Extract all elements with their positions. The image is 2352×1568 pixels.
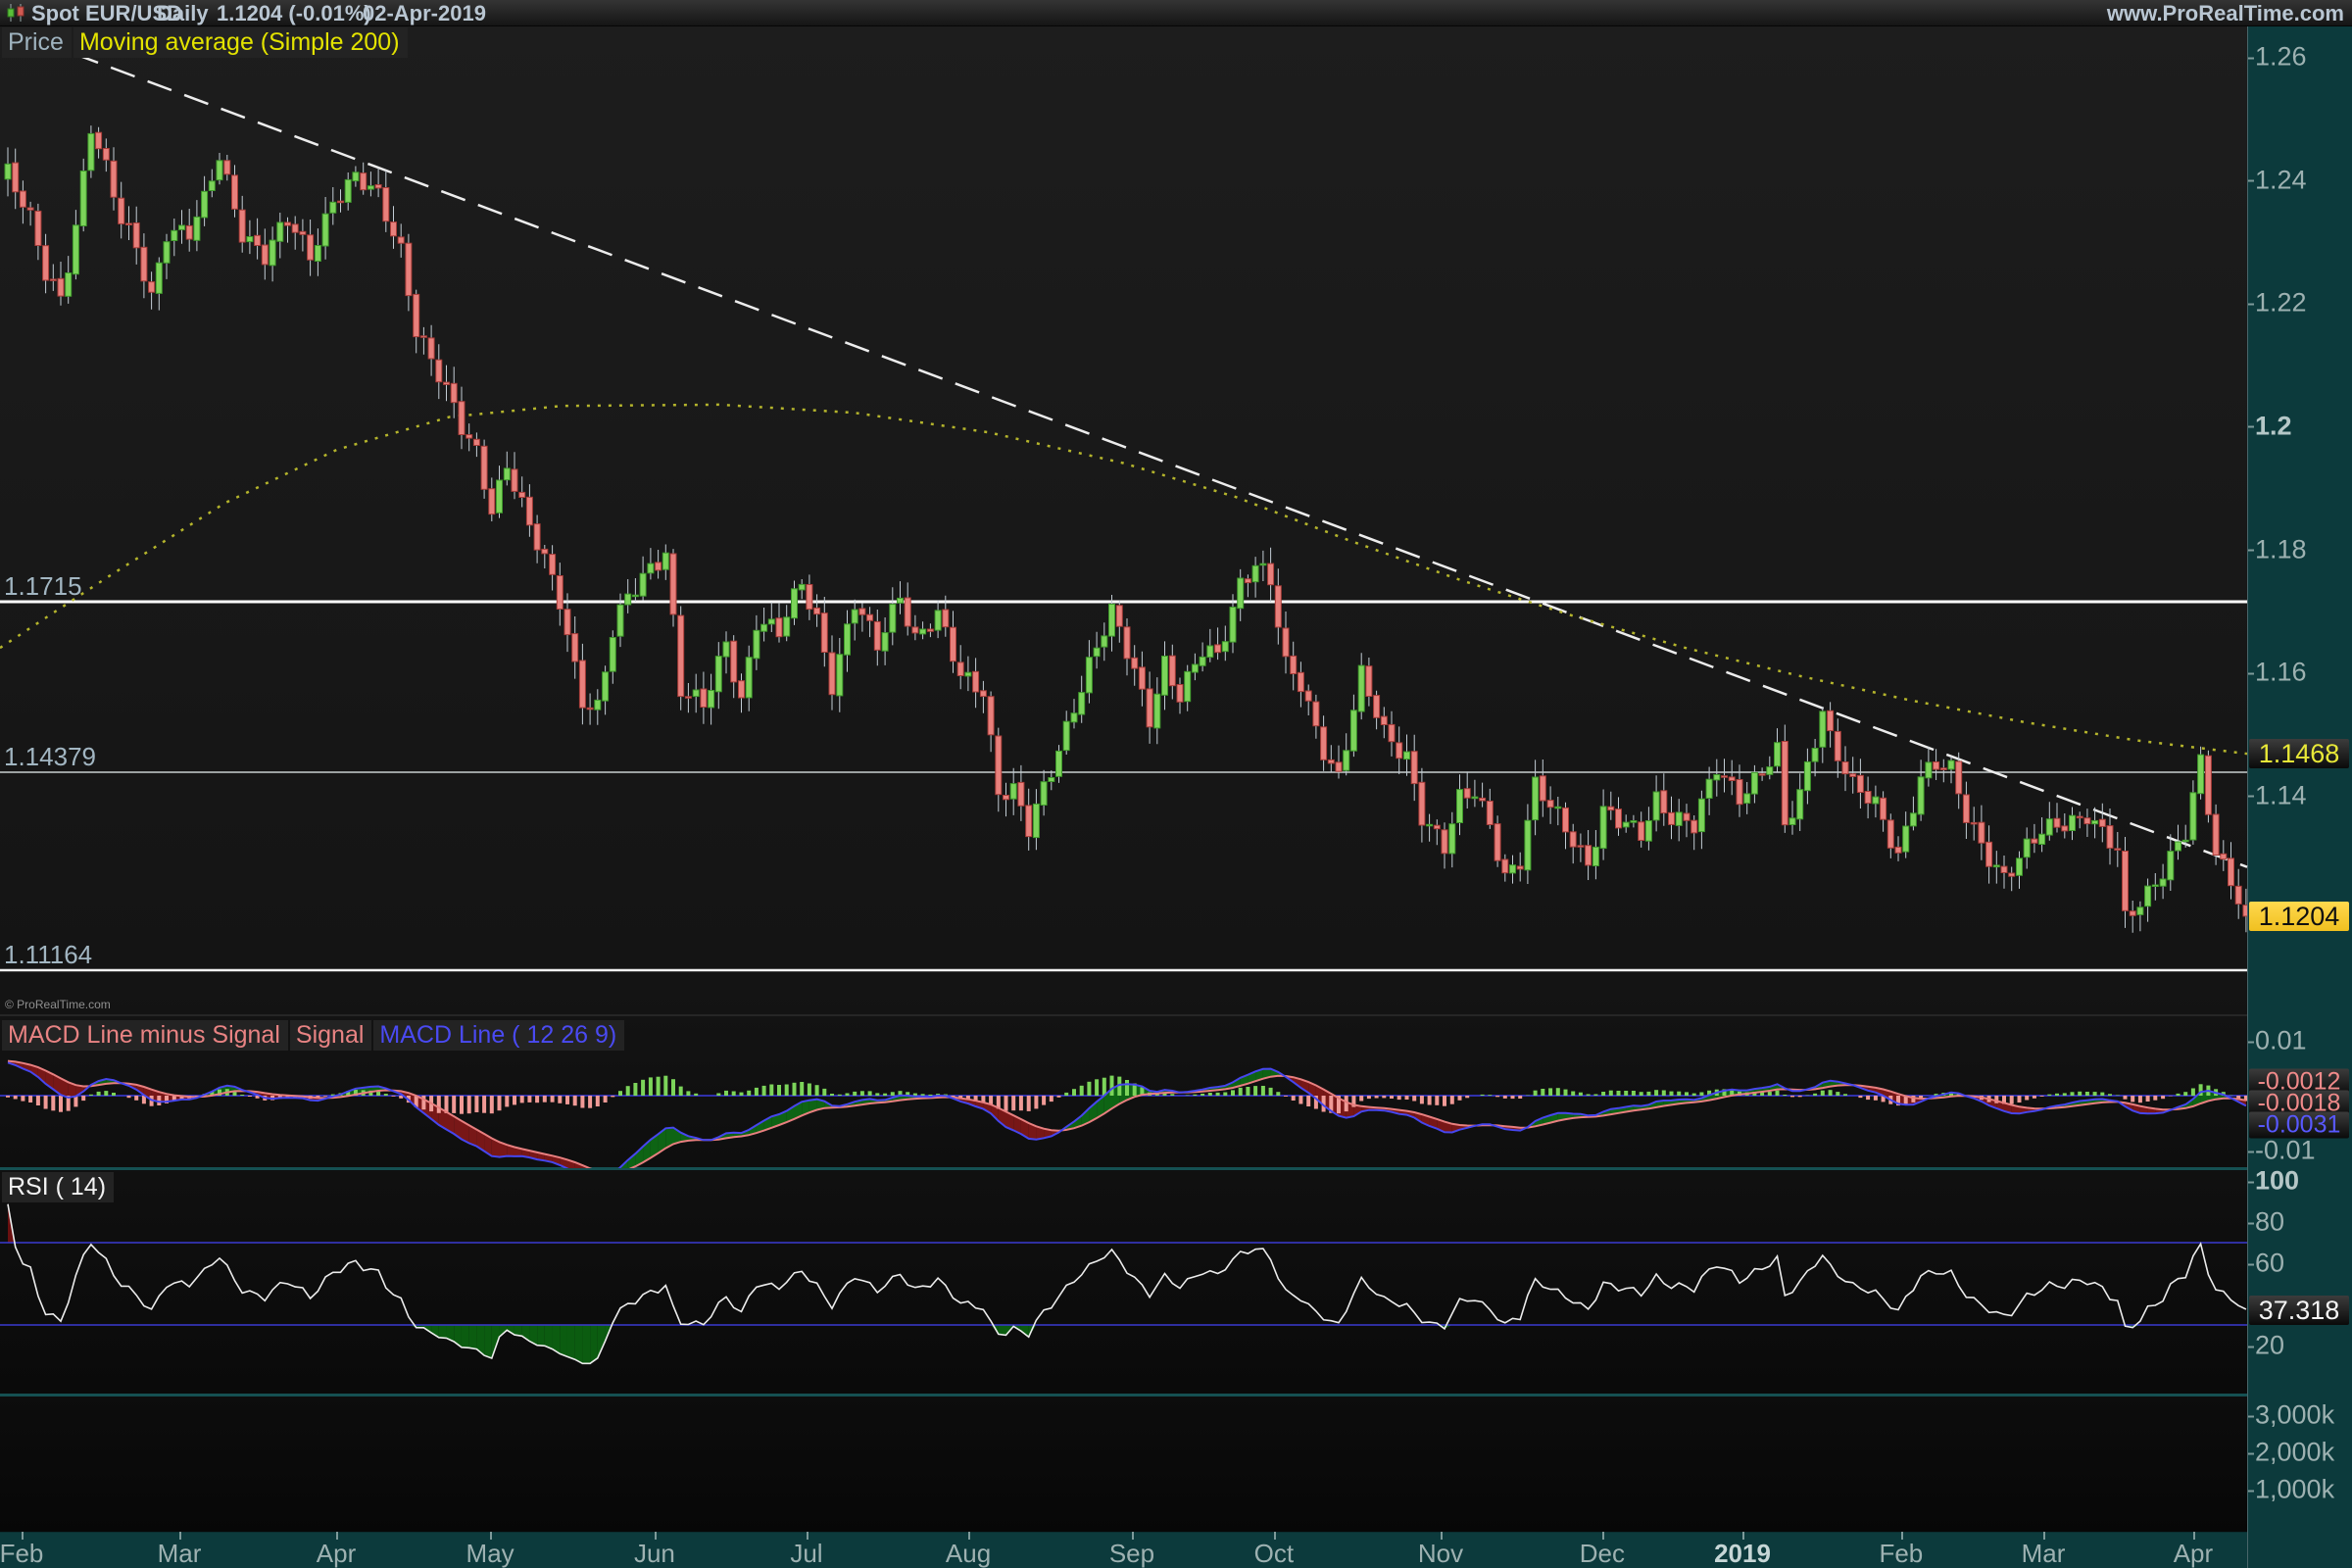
price-axis[interactable]: 1.26 1.24 1.22 1.2 1.18 1.16 1.14 0.01 -0.01100 8…	[2247, 25, 2352, 1568]
price-tick-1.22: 1.22	[2255, 288, 2349, 318]
price-legend-chip[interactable]: Price	[2, 27, 72, 58]
level-label-1.14379: 1.14379	[4, 742, 96, 772]
month-label-Nov-9: Nov	[1418, 1539, 1463, 1568]
time-axis[interactable]: Feb Mar Apr May Jun Jul Aug Sep Oct Nov Dec 2019 Feb…	[0, 1532, 2247, 1568]
month-label-Jul-5: Jul	[790, 1539, 822, 1568]
volume-tick-2,000k: 2,000k	[2255, 1438, 2349, 1468]
month-label-Apr-14: Apr	[2174, 1539, 2213, 1568]
macd-panel	[0, 983, 2247, 1169]
level-label-1.11164: 1.11164	[4, 940, 92, 970]
chart-window: 1.26 1.24 1.22 1.2 1.18 1.16 1.14 0.01 -0.01100 8…	[0, 0, 2352, 1568]
price-tick-1.26: 1.26	[2255, 42, 2349, 73]
rsi-panel	[0, 1169, 2247, 1396]
month-label-May-3: May	[466, 1539, 514, 1568]
macd-legend-chip-0[interactable]: MACD Line minus Signal	[2, 1020, 288, 1051]
month-label-Dec-10: Dec	[1580, 1539, 1625, 1568]
timeframe-label[interactable]: Daily	[157, 0, 209, 25]
ma200-legend-chip[interactable]: Moving average (Simple 200)	[74, 27, 408, 58]
price-badge-last: 1.1204	[2249, 902, 2349, 931]
rsi-tick-60: 60	[2255, 1249, 2349, 1279]
rsi-legend: RSI ( 14)	[2, 1172, 116, 1202]
candlestick-icon	[6, 4, 27, 22]
month-label-Mar-13: Mar	[2022, 1539, 2066, 1568]
price-tick-1.24: 1.24	[2255, 165, 2349, 195]
month-label-Oct-8: Oct	[1254, 1539, 1294, 1568]
macd-badge-2: -0.0031	[2249, 1112, 2349, 1139]
month-label-Jun-4: Jun	[634, 1539, 675, 1568]
month-label-Feb-12: Feb	[1879, 1539, 1923, 1568]
rsi-tick-80: 80	[2255, 1207, 2349, 1238]
macd-tick-0.01: 0.01	[2255, 1026, 2349, 1056]
month-label-2019-11: 2019	[1714, 1539, 1771, 1568]
month-label-Aug-6: Aug	[946, 1539, 991, 1568]
price-tick-1.18: 1.18	[2255, 534, 2349, 564]
month-label-Sep-7: Sep	[1109, 1539, 1154, 1568]
macd-tick--0.01: -0.01	[2255, 1136, 2349, 1166]
price-legend: PriceMoving average (Simple 200)	[2, 27, 410, 58]
rsi-tick-20: 20	[2255, 1331, 2349, 1361]
copyright-label: © ProRealTime.com	[5, 998, 111, 1011]
price-tick-1.2: 1.2	[2255, 411, 2349, 441]
macd-legend-chip-1[interactable]: Signal	[290, 1020, 372, 1051]
price-panel	[0, 25, 2247, 983]
month-label-Feb-0: Feb	[0, 1539, 43, 1568]
site-link[interactable]: www.ProRealTime.com	[2107, 0, 2344, 25]
volume-tick-1,000k: 1,000k	[2255, 1475, 2349, 1505]
month-label-Mar-1: Mar	[158, 1539, 202, 1568]
volume-tick-3,000k: 3,000k	[2255, 1400, 2349, 1431]
price-tick-1.14: 1.14	[2255, 780, 2349, 810]
price-badge-ma: 1.1468	[2249, 739, 2349, 768]
title-bar: Spot EUR/USD Daily 1.1204 (-0.01%) 02-Ap…	[0, 0, 2352, 26]
rsi-badge: 37.318	[2249, 1296, 2349, 1325]
date-label: 02-Apr-2019	[363, 0, 486, 25]
rsi-tick-100: 100	[2255, 1166, 2349, 1197]
month-label-Apr-2: Apr	[317, 1539, 356, 1568]
rsi-legend-chip[interactable]: RSI ( 14)	[2, 1172, 114, 1202]
volume-panel	[0, 1396, 2247, 1532]
macd-legend-chip-2[interactable]: MACD Line ( 12 26 9)	[373, 1020, 624, 1051]
level-label-1.1715: 1.1715	[4, 571, 82, 602]
last-price-label: 1.1204 (-0.01%)	[217, 0, 371, 25]
macd-legend: MACD Line minus SignalSignalMACD Line ( …	[2, 1020, 626, 1051]
price-tick-1.16: 1.16	[2255, 658, 2349, 688]
